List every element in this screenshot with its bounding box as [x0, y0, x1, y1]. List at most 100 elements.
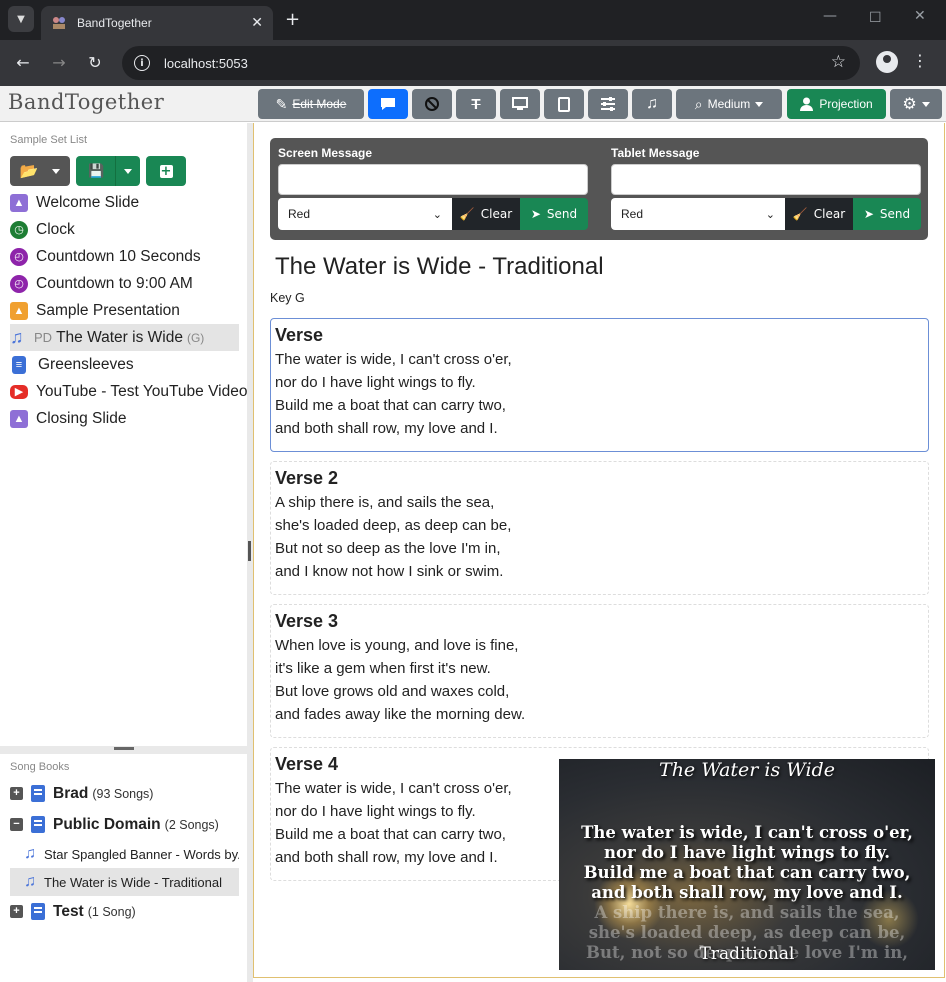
book-test[interactable]: + Test (1 Song) — [10, 896, 239, 927]
screen-color-select[interactable]: Red ⌄ — [278, 198, 452, 230]
site-info-icon[interactable]: i — [134, 55, 150, 71]
collapse-icon[interactable]: − — [10, 818, 23, 831]
tablet-color-select[interactable]: Red ⌄ — [611, 198, 785, 230]
set-item-water-is-wide[interactable]: ♫ PD The Water is Wide (G) — [10, 324, 239, 351]
clear-text-button[interactable]: T — [456, 89, 496, 119]
song-water-is-wide[interactable]: ♫ The Water is Wide - Traditional — [10, 868, 239, 896]
set-item-label: YouTube - Test YouTube Video — [36, 382, 248, 400]
preview-line: nor do I have light wings to fly. — [604, 843, 890, 862]
verse-block-3[interactable]: Verse 3 When love is young, and love is … — [270, 604, 929, 738]
preview-lyrics: The water is wide, I can't cross o'er, n… — [559, 823, 935, 903]
book-name: Test — [53, 902, 84, 920]
set-item-label: Clock — [36, 220, 75, 238]
preview-next-line: she's loaded deep, as deep can be, — [588, 923, 906, 942]
book-count: (93 Songs) — [92, 786, 154, 801]
edit-mode-button[interactable]: ✎ Edit Mode — [258, 89, 364, 119]
book-public-domain[interactable]: − Public Domain (2 Songs) — [10, 809, 239, 840]
music-button[interactable]: ♫ — [632, 89, 672, 119]
tab-title: BandTogether — [77, 16, 152, 30]
clear-label: Clear — [480, 207, 513, 221]
blank-screen-button[interactable] — [412, 89, 452, 119]
projection-preview[interactable]: The Water is Wide The water is wide, I c… — [559, 759, 935, 970]
size-label: Medium — [707, 97, 751, 111]
maximize-icon[interactable]: ☐ — [869, 10, 882, 26]
left-panel: Sample Set List 📂 💾 + ▲ Welcome Slide ◷ — [0, 123, 247, 982]
new-tab-icon[interactable]: + — [285, 9, 300, 30]
window-close-icon[interactable]: ✕ — [914, 8, 926, 24]
back-icon[interactable]: ← — [13, 53, 33, 72]
set-item-label: The Water is Wide — [56, 328, 183, 346]
tab-search-dropdown[interactable]: ▼ — [8, 6, 34, 32]
address-bar[interactable]: i localhost:5053 ☆ — [122, 46, 860, 80]
verse-line: it's like a gem when first it's new. — [275, 660, 491, 677]
song-key-badge: (G) — [186, 330, 205, 345]
set-item-label: Countdown 10 Seconds — [36, 247, 201, 265]
save-set-button[interactable]: 💾 — [76, 156, 140, 186]
splitter-grip[interactable] — [248, 541, 251, 561]
book-name: Public Domain — [53, 815, 161, 833]
add-item-button[interactable]: + — [146, 156, 186, 186]
expand-icon[interactable]: + — [10, 905, 23, 918]
set-item-greensleeves[interactable]: ≡ Greensleeves — [10, 351, 239, 378]
song-books-label: Song Books — [10, 761, 70, 773]
bookmark-star-icon[interactable]: ☆ — [831, 52, 846, 72]
verse-line: and fades away like the morning dew. — [275, 706, 526, 723]
song-label: The Water is Wide - Traditional — [44, 874, 222, 890]
set-list: ▲ Welcome Slide ◷ Clock ◴ Countdown 10 S… — [10, 189, 247, 432]
browser-menu-icon[interactable]: ⋮ — [912, 51, 928, 70]
minimize-icon[interactable]: — — [823, 8, 837, 24]
verse-block-1[interactable]: Verse The water is wide, I can't cross o… — [270, 318, 929, 452]
set-item-youtube[interactable]: ▶ YouTube - Test YouTube Video — [10, 378, 247, 405]
open-set-button[interactable]: 📂 — [10, 156, 70, 186]
tab-close-icon[interactable]: ✕ — [251, 15, 263, 31]
projection-label: Projection — [819, 97, 873, 111]
set-item-welcome-slide[interactable]: ▲ Welcome Slide — [10, 189, 239, 216]
set-item-countdown-10[interactable]: ◴ Countdown 10 Seconds — [10, 243, 239, 270]
size-dropdown-button[interactable]: ⌕ Medium — [676, 89, 782, 119]
expand-icon[interactable]: + — [10, 787, 23, 800]
set-item-closing-slide[interactable]: ▲ Closing Slide — [10, 405, 239, 432]
preview-line: Build me a boat that can carry two, — [583, 863, 911, 882]
screen-view-button[interactable] — [500, 89, 540, 119]
splitter-grip[interactable] — [114, 747, 134, 750]
forward-icon[interactable]: → — [49, 53, 69, 72]
image-icon: ▲ — [10, 193, 28, 212]
tablet-clear-button[interactable]: 🧹 Clear — [785, 198, 853, 230]
browser-tab[interactable]: BandTogether ✕ — [41, 6, 273, 40]
profile-avatar-icon[interactable] — [876, 51, 898, 73]
settings-sliders-button[interactable] — [588, 89, 628, 119]
set-item-countdown-9am[interactable]: ◴ Countdown to 9:00 AM — [10, 270, 239, 297]
tablet-message-input[interactable] — [611, 164, 921, 195]
panel-splitter-horizontal[interactable] — [0, 746, 247, 754]
save-icon: 💾 — [88, 163, 105, 179]
reload-icon[interactable]: ↻ — [85, 53, 105, 72]
book-brad[interactable]: + Brad (93 Songs) — [10, 778, 239, 809]
settings-dropdown-button[interactable]: ⚙ — [890, 89, 942, 119]
band-favicon-icon — [53, 17, 65, 29]
tablet-send-button[interactable]: ➤ Send — [853, 198, 921, 230]
song-title: The Water is Wide - Traditional — [275, 253, 604, 280]
verse-line: A ship there is, and sails the sea, — [275, 494, 495, 511]
projection-button[interactable]: Projection — [787, 89, 886, 119]
preview-line: The water is wide, I can't cross o'er, — [581, 823, 913, 842]
screen-message-input[interactable] — [278, 164, 588, 195]
set-item-label: Greensleeves — [38, 355, 134, 373]
send-label: Send — [546, 207, 578, 221]
url-text: localhost:5053 — [164, 55, 248, 71]
screen-send-button[interactable]: ➤ Send — [520, 198, 588, 230]
set-item-clock[interactable]: ◷ Clock — [10, 216, 239, 243]
set-item-label: Closing Slide — [36, 409, 127, 427]
song-star-spangled-banner[interactable]: ♫ Star Spangled Banner - Words by... — [10, 840, 239, 868]
tablet-view-button[interactable] — [544, 89, 584, 119]
message-toggle-button[interactable] — [368, 89, 408, 119]
screen-message-label: Screen Message — [278, 146, 373, 160]
verse-line: When love is young, and love is fine, — [275, 637, 519, 654]
brand-logo: BandTogether — [8, 90, 165, 114]
set-item-sample-presentation[interactable]: ▲ Sample Presentation — [10, 297, 239, 324]
verse-block-2[interactable]: Verse 2 A ship there is, and sails the s… — [270, 461, 929, 595]
verse-line: and I know not how I sink or swim. — [275, 563, 504, 580]
gear-icon: ⚙ — [902, 96, 917, 113]
screen-clear-button[interactable]: 🧹 Clear — [452, 198, 520, 230]
clock-icon: ◷ — [10, 220, 28, 239]
tablet-color-value: Red — [621, 207, 644, 221]
